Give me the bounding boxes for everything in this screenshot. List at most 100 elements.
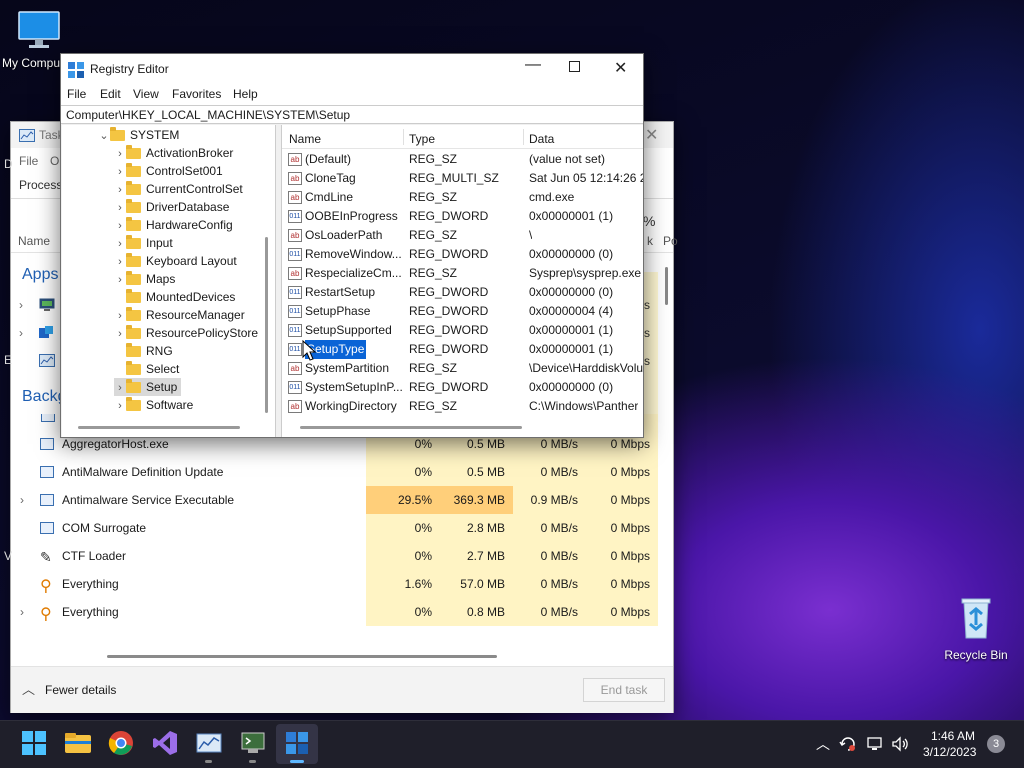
chevron-right-icon[interactable]: › — [114, 199, 126, 217]
column-header-data[interactable]: Data — [529, 132, 554, 146]
tree-node[interactable]: › Maps — [114, 270, 175, 288]
process-row[interactable]: › ⚲ Everything 0% 0.8 MB 0 MB/s 0 Mbps — [11, 598, 658, 626]
menu-file[interactable]: File — [19, 154, 38, 168]
registry-editor-taskbar-icon[interactable] — [283, 729, 311, 757]
clock-date[interactable]: 3/12/2023 — [923, 745, 976, 759]
value-data: Sysprep\sysprep.exe / — [529, 266, 643, 280]
tree-node[interactable]: › DriverDatabase — [114, 198, 229, 216]
process-row[interactable]: AntiMalware Definition Update 0% 0.5 MB 0 M… — [11, 458, 658, 486]
values-horizontal-scrollbar[interactable] — [300, 426, 522, 429]
chevron-up-icon[interactable]: ︿ — [22, 679, 35, 698]
menu-view[interactable]: View — [133, 87, 159, 101]
terminal-icon[interactable] — [239, 729, 267, 757]
folder-icon — [126, 163, 141, 178]
chevron-right-icon[interactable]: › — [114, 271, 126, 289]
end-task-button[interactable]: End task — [583, 678, 665, 702]
registry-value-row[interactable]: 011 SetupType REG_DWORD 0x00000001 (1) — [282, 339, 643, 360]
chevron-right-icon[interactable]: › — [114, 307, 126, 325]
notification-badge[interactable]: 3 — [987, 735, 1005, 753]
registry-value-row[interactable]: 011 RemoveWindow... REG_DWORD 0x00000000 (0… — [282, 245, 643, 264]
clock-time[interactable]: 1:46 AM — [931, 729, 975, 743]
tree-node[interactable]: RNG — [114, 342, 173, 360]
registry-value-row[interactable]: ab WorkingDirectory REG_SZ C:\Windows\Panth… — [282, 397, 643, 416]
registry-value-row[interactable]: ab SystemPartition REG_SZ \Device\HarddiskV… — [282, 359, 643, 378]
update-sync-icon[interactable] — [839, 735, 857, 753]
registry-value-row[interactable]: 011 SetupSupported REG_DWORD 0x00000001 (1) — [282, 321, 643, 340]
task-manager-taskbar-icon[interactable] — [195, 729, 223, 757]
menu-favorites[interactable]: Favorites — [172, 87, 221, 101]
registry-value-row[interactable]: ab RespecializeCm... REG_SZ Sysprep\sysprep… — [282, 264, 643, 283]
tree-node[interactable]: Select — [114, 360, 179, 378]
tree-node[interactable]: › Setup — [114, 378, 182, 397]
registry-value-row[interactable]: ab (Default) REG_SZ (value not set) — [282, 150, 643, 169]
network-icon[interactable] — [866, 735, 884, 753]
column-header-type[interactable]: Type — [409, 132, 435, 146]
tree-node[interactable]: › ControlSet001 — [114, 162, 223, 180]
value-type: REG_DWORD — [409, 304, 489, 318]
tree-node[interactable]: › ResourcePolicyStore — [114, 324, 258, 342]
tree-horizontal-scrollbar[interactable] — [78, 426, 240, 429]
process-row[interactable]: ⚲ Everything 1.6% 57.0 MB 0 MB/s 0 Mbps — [11, 570, 658, 598]
registry-value-row[interactable]: ab OsLoaderPath REG_SZ \ — [282, 226, 643, 245]
menu-help[interactable]: Help — [233, 87, 258, 101]
regedit-title-bar: Registry Editor — ✕ — [61, 54, 643, 83]
expand-chevron-icon[interactable]: › — [20, 598, 24, 626]
close-icon[interactable]: ✕ — [645, 125, 658, 145]
chevron-down-icon[interactable]: ⌄ — [98, 127, 110, 145]
chevron-right-icon[interactable]: › — [114, 325, 126, 343]
column-header-name[interactable]: Name — [289, 132, 321, 146]
chevron-right-icon[interactable]: › — [114, 397, 126, 415]
registry-value-row[interactable]: ab CmdLine REG_SZ cmd.exe — [282, 188, 643, 207]
file-explorer-icon[interactable] — [64, 729, 92, 757]
desktop-icon-recycle-bin[interactable]: Recycle Bin — [938, 596, 1014, 662]
chevron-right-icon[interactable]: › — [114, 253, 126, 271]
tree-node[interactable]: › ResourceManager — [114, 306, 245, 324]
network-cell: 0 Mbps — [586, 542, 658, 570]
registry-value-row[interactable]: ab CloneTag REG_MULTI_SZ Sat Jun 05 12:14:2… — [282, 169, 643, 188]
minimize-icon[interactable]: — — [525, 56, 541, 74]
tree-node[interactable]: › HardwareConfig — [114, 216, 233, 234]
chevron-up-icon[interactable]: ︿ — [816, 734, 830, 754]
chrome-icon[interactable] — [107, 729, 135, 757]
address-bar[interactable]: Computer\HKEY_LOCAL_MACHINE\SYSTEM\Setup — [61, 105, 643, 124]
fewer-details-button[interactable]: Fewer details — [45, 683, 116, 697]
registry-value-row[interactable]: 011 SetupPhase REG_DWORD 0x00000004 (4) — [282, 302, 643, 321]
expand-chevron-icon[interactable]: › — [19, 298, 23, 312]
process-row[interactable]: › Antimalware Service Executable 29.5% 369.… — [11, 486, 658, 514]
tree-node[interactable]: › CurrentControlSet — [114, 180, 243, 198]
tree-node[interactable]: › Input — [114, 234, 173, 252]
column-header-name[interactable]: Name — [18, 234, 50, 248]
column-header-power: Po — [663, 234, 678, 248]
menu-edit[interactable]: Edit — [100, 87, 121, 101]
chevron-right-icon[interactable]: › — [114, 145, 126, 163]
process-row[interactable]: ✎ CTF Loader 0% 2.7 MB 0 MB/s 0 Mbps — [11, 542, 658, 570]
visual-studio-icon[interactable] — [151, 729, 179, 757]
chevron-right-icon[interactable]: › — [114, 181, 126, 199]
menu-file[interactable]: File — [67, 87, 86, 101]
tree-node[interactable]: › ActivationBroker — [114, 144, 233, 162]
expand-chevron-icon[interactable]: › — [19, 326, 23, 340]
start-windows-icon[interactable] — [20, 729, 48, 757]
registry-value-row[interactable]: 011 OOBEInProgress REG_DWORD 0x00000001 (1) — [282, 207, 643, 226]
scrollbar-thumb[interactable] — [665, 267, 668, 305]
tree-node[interactable]: MountedDevices — [114, 288, 235, 306]
registry-value-row[interactable]: 011 SystemSetupInP... REG_DWORD 0x00000000 … — [282, 378, 643, 397]
tree-node[interactable]: › Software — [114, 396, 193, 414]
tree-vertical-scrollbar[interactable] — [265, 237, 268, 413]
value-data: 0x00000000 (0) — [529, 247, 614, 261]
process-row[interactable]: COM Surrogate 0% 2.8 MB 0 MB/s 0 Mbps — [11, 514, 658, 542]
tree-node[interactable]: › Keyboard Layout — [114, 252, 237, 270]
expand-chevron-icon[interactable]: › — [20, 486, 24, 514]
registry-editor-window: Registry Editor — ✕ File Edit View Favor… — [60, 53, 644, 438]
close-icon[interactable]: ✕ — [614, 58, 627, 78]
chevron-right-icon[interactable]: › — [114, 163, 126, 181]
network-cell: 0 Mbps — [586, 570, 658, 598]
maximize-icon[interactable] — [569, 61, 580, 72]
volume-icon[interactable] — [891, 735, 909, 753]
horizontal-scrollbar[interactable] — [107, 655, 497, 658]
registry-value-row[interactable]: 011 RestartSetup REG_DWORD 0x00000000 (0) — [282, 283, 643, 302]
chevron-right-icon[interactable]: › — [114, 379, 126, 397]
tree-node-system[interactable]: ⌄ SYSTEM — [98, 126, 179, 144]
chevron-right-icon[interactable]: › — [114, 235, 126, 253]
chevron-right-icon[interactable]: › — [114, 217, 126, 235]
